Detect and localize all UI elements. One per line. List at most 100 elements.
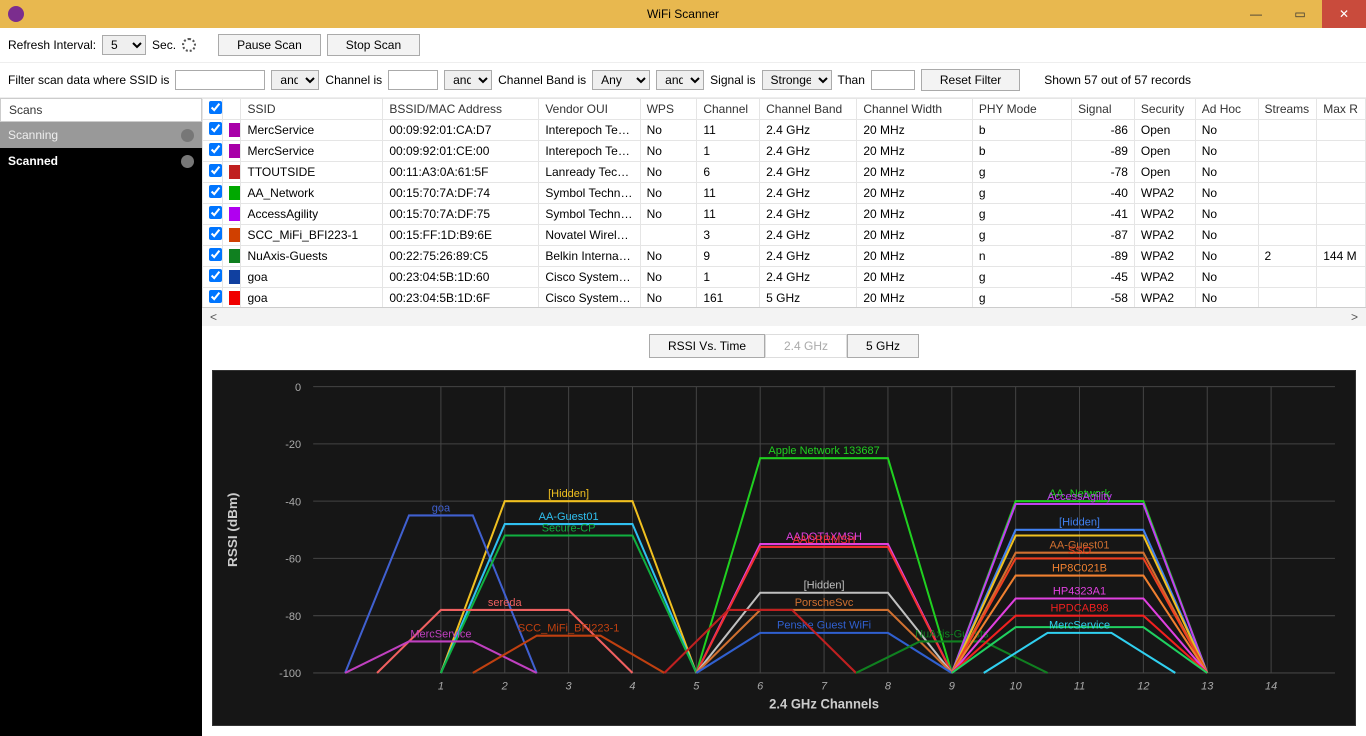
color-swatch [229, 228, 241, 242]
svg-text:Apple Network 133687: Apple Network 133687 [768, 445, 879, 457]
table-row[interactable]: TTOUTSIDE00:11:A3:0A:61:5FLanready Techn… [203, 162, 1366, 183]
select-all-checkbox[interactable] [209, 101, 222, 114]
svg-text:MercService: MercService [1049, 620, 1110, 632]
stop-scan-button[interactable]: Stop Scan [327, 34, 420, 56]
sidebar: Scans Scanning Scanned [0, 98, 202, 736]
sec-label: Sec. [152, 38, 176, 52]
sidebar-header: Scans [0, 98, 202, 122]
tab-rssi-time[interactable]: RSSI Vs. Time [649, 334, 765, 358]
filter-ssid-input[interactable] [175, 70, 265, 90]
svg-text:Secure-CP: Secure-CP [542, 522, 596, 534]
color-swatch [229, 270, 241, 284]
col-header[interactable]: Channel [697, 99, 760, 120]
svg-text:2.4 GHz Channels: 2.4 GHz Channels [769, 696, 879, 711]
col-header[interactable]: Ad Hoc [1195, 99, 1258, 120]
table-row[interactable]: goa00:23:04:5B:1D:6FCisco Systems, Inc.N… [203, 288, 1366, 309]
svg-text:-80: -80 [285, 611, 301, 623]
col-header[interactable]: Security [1134, 99, 1195, 120]
main-toolbar: Refresh Interval: 5 Sec. Pause Scan Stop… [0, 28, 1366, 63]
col-header[interactable]: Channel Width [857, 99, 972, 120]
pause-scan-button[interactable]: Pause Scan [218, 34, 321, 56]
close-button[interactable]: ✕ [1322, 0, 1366, 28]
filter-channel-op[interactable]: and [444, 70, 492, 90]
col-header[interactable]: Vendor OUI [539, 99, 640, 120]
svg-text:14: 14 [1265, 680, 1277, 692]
svg-text:[Hidden]: [Hidden] [1059, 516, 1100, 528]
col-header[interactable]: BSSID/MAC Address [383, 99, 539, 120]
horizontal-scroll[interactable]: <> [202, 308, 1366, 326]
svg-text:PorscheSvc: PorscheSvc [795, 597, 854, 609]
svg-text:12: 12 [1137, 680, 1150, 692]
stop-icon[interactable] [181, 129, 194, 142]
col-header[interactable]: PHY Mode [972, 99, 1071, 120]
table-row[interactable]: MercService00:09:92:01:CA:D7Interepoch T… [203, 120, 1366, 141]
tab-5ghz[interactable]: 5 GHz [847, 334, 919, 358]
table-row[interactable]: goa00:23:04:5B:1D:60Cisco Systems, Inc.N… [203, 267, 1366, 288]
filter-than-input[interactable] [871, 70, 915, 90]
col-header[interactable]: Max R [1317, 99, 1366, 120]
clear-icon[interactable] [181, 155, 194, 168]
svg-text:3: 3 [566, 680, 573, 692]
color-swatch [229, 144, 241, 158]
table-row[interactable]: MercService00:09:92:01:CE:00Interepoch T… [203, 141, 1366, 162]
tab-24ghz[interactable]: 2.4 GHz [765, 334, 847, 358]
row-checkbox[interactable] [209, 185, 222, 198]
filter-band-select[interactable]: Any [592, 70, 650, 90]
table-row[interactable]: AccessAgility00:15:70:7A:DF:75Symbol Tec… [203, 204, 1366, 225]
row-checkbox[interactable] [209, 143, 222, 156]
svg-text:AccessAgility: AccessAgility [1047, 491, 1112, 503]
color-swatch [229, 207, 241, 221]
refresh-interval-select[interactable]: 5 [102, 35, 146, 55]
svg-text:HP8C021B: HP8C021B [1052, 562, 1107, 574]
filter-ssid-op[interactable]: and [271, 70, 319, 90]
col-header[interactable]: Streams [1258, 99, 1317, 120]
svg-text:-40: -40 [285, 496, 301, 508]
app-icon [8, 6, 24, 22]
sidebar-item-scanned[interactable]: Scanned [0, 148, 202, 174]
table-row[interactable]: AA_Network00:15:70:7A:DF:74Symbol Techno… [203, 183, 1366, 204]
scroll-left-icon: < [210, 310, 217, 324]
filter-channel-input[interactable] [388, 70, 438, 90]
row-checkbox[interactable] [209, 227, 222, 240]
spinner-icon [182, 38, 196, 52]
svg-text:5: 5 [693, 680, 700, 692]
band-is-label: Channel Band is [498, 73, 586, 87]
row-checkbox[interactable] [209, 122, 222, 135]
col-header[interactable]: WPS [640, 99, 697, 120]
maximize-button[interactable]: ▭ [1278, 0, 1322, 28]
svg-text:11: 11 [1074, 680, 1085, 692]
svg-text:8: 8 [885, 680, 892, 692]
row-checkbox[interactable] [209, 290, 222, 303]
sidebar-item-scanning[interactable]: Scanning [0, 122, 202, 148]
row-checkbox[interactable] [209, 164, 222, 177]
table-row[interactable]: NuAxis-Guests00:22:75:26:89:C5Belkin Int… [203, 246, 1366, 267]
svg-text:AA-Guest01: AA-Guest01 [539, 511, 599, 523]
col-header[interactable]: Signal [1072, 99, 1135, 120]
svg-text:goa: goa [432, 502, 451, 514]
networks-table[interactable]: SSIDBSSID/MAC AddressVendor OUIWPSChanne… [202, 98, 1366, 308]
svg-text:6: 6 [757, 680, 764, 692]
records-summary: Shown 57 out of 57 records [1044, 73, 1191, 87]
svg-text:-60: -60 [285, 553, 301, 565]
col-header[interactable]: SSID [241, 99, 383, 120]
svg-text:SSO: SSO [1068, 545, 1091, 557]
svg-text:0: 0 [295, 382, 301, 394]
svg-text:13: 13 [1201, 680, 1214, 692]
channel-chart: 0-20-40-60-80-10012345678910111213142.4 … [212, 370, 1356, 726]
filter-band-op[interactable]: and [656, 70, 704, 90]
svg-text:10: 10 [1010, 680, 1023, 692]
row-checkbox[interactable] [209, 269, 222, 282]
filter-toolbar: Filter scan data where SSID is and Chann… [0, 63, 1366, 98]
svg-text:AADRRMSH: AADRRMSH [793, 534, 856, 546]
reset-filter-button[interactable]: Reset Filter [921, 69, 1020, 91]
minimize-button[interactable]: — [1234, 0, 1278, 28]
chart-tabs: RSSI Vs. Time 2.4 GHz 5 GHz [202, 326, 1366, 366]
row-checkbox[interactable] [209, 248, 222, 261]
row-checkbox[interactable] [209, 206, 222, 219]
svg-text:-100: -100 [279, 668, 301, 680]
svg-text:7: 7 [821, 680, 828, 692]
filter-signal-select[interactable]: Stronger [762, 70, 832, 90]
svg-text:[Hidden]: [Hidden] [548, 488, 589, 500]
col-header[interactable]: Channel Band [760, 99, 857, 120]
table-row[interactable]: SCC_MiFi_BFI223-100:15:FF:1D:B9:6ENovate… [203, 225, 1366, 246]
